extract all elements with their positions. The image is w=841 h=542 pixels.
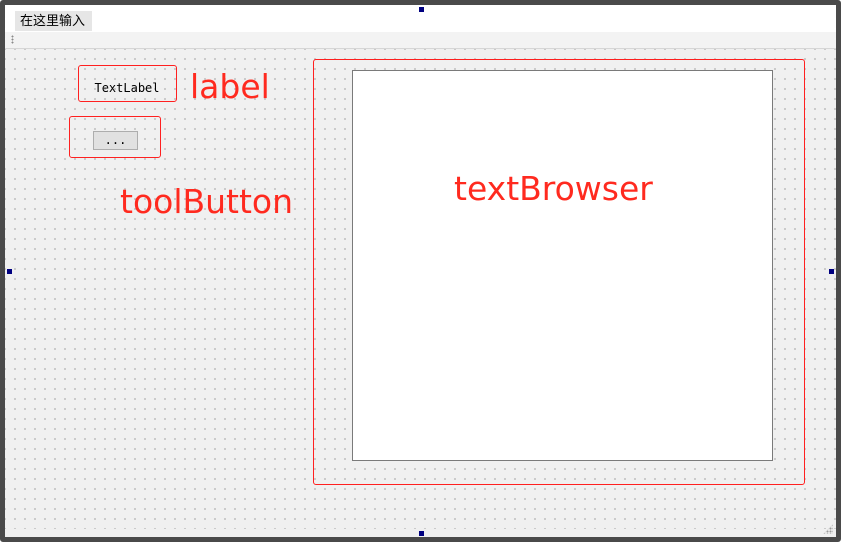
toolbutton-annotation: toolButton bbox=[120, 182, 294, 221]
textbrowser-annotation: textBrowser bbox=[454, 169, 653, 208]
toolbutton-highlight-box bbox=[69, 116, 161, 158]
label-highlight-box bbox=[78, 65, 177, 102]
selection-handle-right[interactable] bbox=[829, 269, 834, 274]
grip-dots-icon[interactable] bbox=[11, 35, 14, 44]
menu-type-here-placeholder[interactable]: 在这里输入 bbox=[15, 11, 93, 31]
selection-handle-left[interactable] bbox=[7, 269, 12, 274]
selection-handle-top[interactable] bbox=[419, 7, 424, 12]
label-annotation: label bbox=[190, 67, 270, 106]
tool-bar bbox=[5, 32, 836, 49]
selection-handle-bottom[interactable] bbox=[419, 531, 424, 536]
text-browser-widget[interactable] bbox=[352, 70, 773, 461]
